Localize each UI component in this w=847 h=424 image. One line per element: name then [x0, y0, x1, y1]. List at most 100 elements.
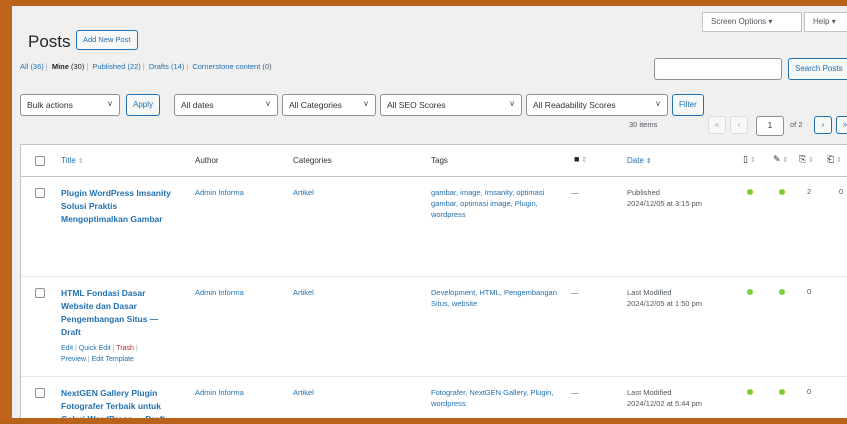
- outgoing-links-count: 0: [807, 387, 812, 396]
- readability-good-dot: [779, 189, 785, 195]
- post-title-link[interactable]: NextGEN Gallery Plugin Fotografer Terbai…: [61, 387, 171, 418]
- comment-icon[interactable]: ■ ⇕: [574, 154, 587, 164]
- table-row: HTML Fondasi Dasar Website dan Dasar Pen…: [21, 277, 847, 377]
- author-link[interactable]: Admin Informa: [195, 187, 244, 198]
- readability-icon[interactable]: ✎ ⇕: [773, 154, 788, 165]
- date-status: Published: [627, 188, 660, 197]
- table-row: NextGEN Gallery Plugin Fotografer Terbai…: [21, 377, 847, 418]
- view-drafts[interactable]: Drafts (14): [149, 62, 184, 71]
- comments-count: —: [571, 188, 579, 197]
- category-filter-select[interactable]: All Categories ∨: [282, 94, 376, 116]
- help-label: Help: [813, 17, 830, 26]
- incoming-links-count: 0: [839, 187, 844, 196]
- current-page-input[interactable]: 1: [756, 116, 784, 136]
- readability-good-dot: [779, 389, 785, 395]
- total-pages: of 2: [790, 120, 803, 129]
- column-categories: Categories: [293, 156, 332, 165]
- outgoing-links-count: 2: [807, 187, 812, 196]
- last-page-button[interactable]: »: [836, 116, 847, 134]
- comments-count: —: [571, 288, 579, 297]
- chevron-down-icon: ∨: [655, 99, 661, 108]
- date-value: 2024/12/02 at 5:44 pm: [627, 399, 703, 408]
- seo-score-icon[interactable]: ▯ ⇕: [743, 154, 756, 165]
- chevron-down-icon: ∨: [509, 99, 515, 108]
- view-cornerstone[interactable]: Cornerstone content (0): [192, 62, 271, 71]
- row-checkbox[interactable]: [35, 388, 45, 398]
- search-posts-button[interactable]: Search Posts: [788, 58, 847, 80]
- search-input[interactable]: [654, 58, 782, 80]
- screen-options-button[interactable]: Screen Options ▾: [702, 12, 802, 32]
- seo-score-good-dot: [747, 389, 753, 395]
- date-filter-select[interactable]: All dates ∨: [174, 94, 278, 116]
- date-cell: Published 2024/12/05 at 3:15 pm: [627, 187, 702, 209]
- bulk-actions-value: Bulk actions: [27, 100, 73, 110]
- table-header: Title ⇕ Author Categories Tags ■ ⇕ Date ⇕ ▯…: [21, 145, 847, 177]
- outgoing-links-icon[interactable]: ⎘ ⇕: [799, 154, 814, 165]
- items-count: 30 items: [629, 120, 658, 129]
- view-all[interactable]: All (36): [20, 62, 44, 71]
- incoming-links-icon[interactable]: ⎗ ⇕: [827, 154, 842, 165]
- screen-options-label: Screen Options: [711, 17, 767, 26]
- author-link[interactable]: Admin Informa: [195, 287, 244, 298]
- category-filter-value: All Categories: [289, 100, 342, 110]
- sort-icon: ⇕: [77, 158, 84, 165]
- first-page-button[interactable]: «: [708, 116, 726, 134]
- trash-link[interactable]: Trash: [116, 345, 134, 352]
- date-cell: Last Modified 2024/12/02 at 5:44 pm: [627, 387, 702, 409]
- tags-list[interactable]: Development, HTML, Pengembangan Situs, w…: [431, 287, 561, 309]
- date-value: 2024/12/05 at 3:15 pm: [627, 199, 703, 208]
- date-value: 2024/12/05 at 1:50 pm: [627, 299, 703, 308]
- view-mine[interactable]: Mine (30): [52, 62, 85, 71]
- window-frame-left: [0, 0, 12, 424]
- bulk-actions-select[interactable]: Bulk actions ∨: [20, 94, 120, 116]
- date-filter-value: All dates: [181, 100, 214, 110]
- prev-page-button[interactable]: ‹: [730, 116, 748, 134]
- category-link[interactable]: Artikel: [293, 187, 314, 198]
- column-date[interactable]: Date ⇕: [627, 156, 652, 165]
- edit-link[interactable]: Edit: [61, 345, 73, 352]
- category-link[interactable]: Artikel: [293, 387, 314, 398]
- date-status: Last Modified: [627, 388, 672, 397]
- outgoing-links-count: 0: [807, 287, 812, 296]
- seo-score-filter-select[interactable]: All SEO Scores ∨: [380, 94, 522, 116]
- preview-link[interactable]: Preview: [61, 356, 86, 363]
- readability-filter-select[interactable]: All Readability Scores ∨: [526, 94, 668, 116]
- column-author: Author: [195, 156, 219, 165]
- post-status-views: All (36) | Mine (30) | Published (22) | Dra…: [20, 62, 272, 71]
- caret-down-icon: ▾: [768, 17, 773, 26]
- filter-button[interactable]: Filter: [672, 94, 704, 116]
- edit-template-link[interactable]: Edit Template: [92, 356, 134, 363]
- view-published[interactable]: Published (22): [92, 62, 140, 71]
- help-button[interactable]: Help ▾: [804, 12, 847, 32]
- seo-score-good-dot: [747, 189, 753, 195]
- category-link[interactable]: Artikel: [293, 287, 314, 298]
- author-link[interactable]: Admin Informa: [195, 387, 244, 398]
- comments-count: —: [571, 388, 579, 397]
- add-new-post-button[interactable]: Add New Post: [76, 30, 138, 50]
- chevron-down-icon: ∨: [363, 99, 369, 108]
- table-row: Plugin WordPress Imsanity Solusi Praktis…: [21, 177, 847, 277]
- post-title-link[interactable]: Plugin WordPress Imsanity Solusi Praktis…: [61, 187, 171, 226]
- apply-button[interactable]: Apply: [126, 94, 161, 116]
- seo-score-good-dot: [747, 289, 753, 295]
- date-cell: Last Modified 2024/12/05 at 1:50 pm: [627, 287, 702, 309]
- readability-good-dot: [779, 289, 785, 295]
- row-checkbox[interactable]: [35, 188, 45, 198]
- readability-filter-value: All Readability Scores: [533, 100, 616, 110]
- page-title: Posts: [28, 32, 71, 51]
- date-status: Last Modified: [627, 288, 672, 297]
- tags-list[interactable]: gambar, image, Imsanity, optimasi gambar…: [431, 187, 561, 220]
- column-title[interactable]: Title ⇕: [61, 156, 84, 165]
- row-checkbox[interactable]: [35, 288, 45, 298]
- post-title-link[interactable]: HTML Fondasi Dasar Website dan Dasar Pen…: [61, 287, 171, 339]
- tags-list[interactable]: Fotografer, NextGEN Gallery, Plugin, wor…: [431, 387, 561, 409]
- select-all-checkbox[interactable]: [35, 156, 45, 166]
- chevron-down-icon: ∨: [107, 99, 113, 108]
- sort-icon: ⇕: [645, 158, 652, 165]
- posts-screen: Screen Options ▾ Help ▾ Posts Add New Po…: [12, 6, 847, 418]
- window-frame-bottom: [0, 418, 847, 424]
- chevron-down-icon: ∨: [265, 99, 271, 108]
- quick-edit-link[interactable]: Quick Edit: [79, 345, 111, 352]
- next-page-button[interactable]: ›: [814, 116, 832, 134]
- seo-score-filter-value: All SEO Scores: [387, 100, 446, 110]
